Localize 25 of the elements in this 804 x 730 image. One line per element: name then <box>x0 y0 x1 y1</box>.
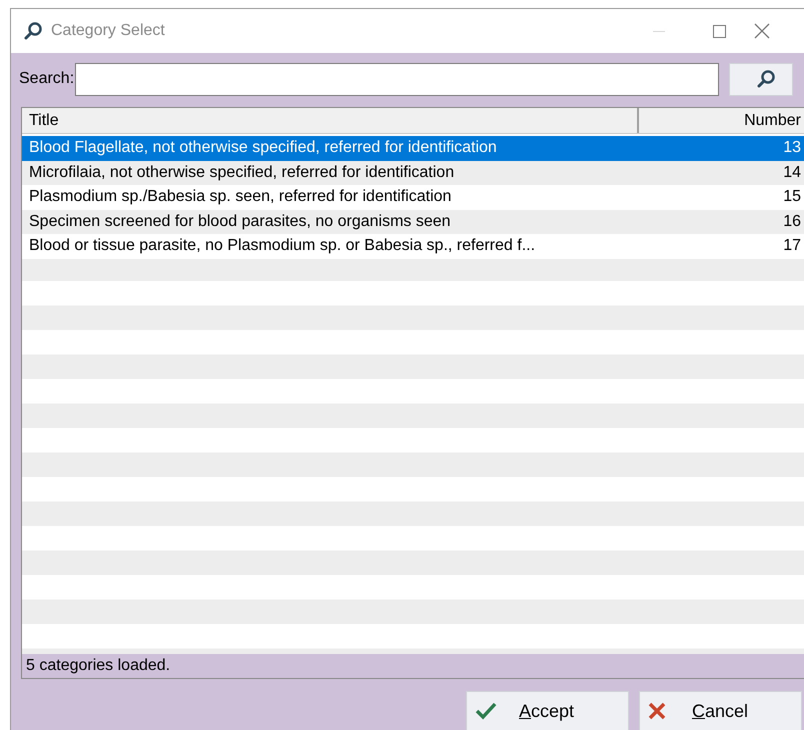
table-row[interactable]: Blood Flagellate, not otherwise specified, referred for identification 13 <box>22 136 804 160</box>
cancel-button[interactable]: Cancel <box>639 691 802 730</box>
table-row[interactable]: Microfilaia, not otherwise specified, referred for identification 14 <box>22 160 804 185</box>
close-icon[interactable] <box>754 23 770 39</box>
title-cell-text: Specimen screened for blood parasites, no organisms seen <box>28 212 452 232</box>
number-cell-text: 16 <box>782 212 802 232</box>
number-cell-text: 13 <box>782 138 802 158</box>
title-cell-text: Blood or tissue parasite, no Plasmodium sp. or Babesia sp., referred f... <box>28 236 536 256</box>
column-header[interactable]: Number <box>639 108 804 133</box>
search-icon <box>23 21 43 41</box>
search-button[interactable] <box>729 62 794 96</box>
search-icon <box>756 69 776 89</box>
number-cell-text: 15 <box>782 187 802 208</box>
title-cell-text: Blood Flagellate, not otherwise specified, referred for identification <box>28 138 498 158</box>
table-row[interactable]: Specimen screened for blood parasites, no organisms seen 16 <box>22 210 804 234</box>
accept-button[interactable]: Accept <box>466 691 629 730</box>
checkmark-icon <box>475 702 497 720</box>
window-title: Category Select <box>51 21 165 41</box>
title-cell-text: Microfilaia, not otherwise specified, referred for identification <box>28 162 456 183</box>
cross-icon <box>648 702 666 720</box>
title-cell-text: Plasmodium sp./Babesia sp. seen, referred for identification <box>28 187 452 208</box>
number-cell-text: 14 <box>782 162 802 183</box>
search-label: Search: <box>19 69 74 89</box>
number-cell-text: 17 <box>782 236 802 256</box>
search-field[interactable] <box>75 62 720 96</box>
